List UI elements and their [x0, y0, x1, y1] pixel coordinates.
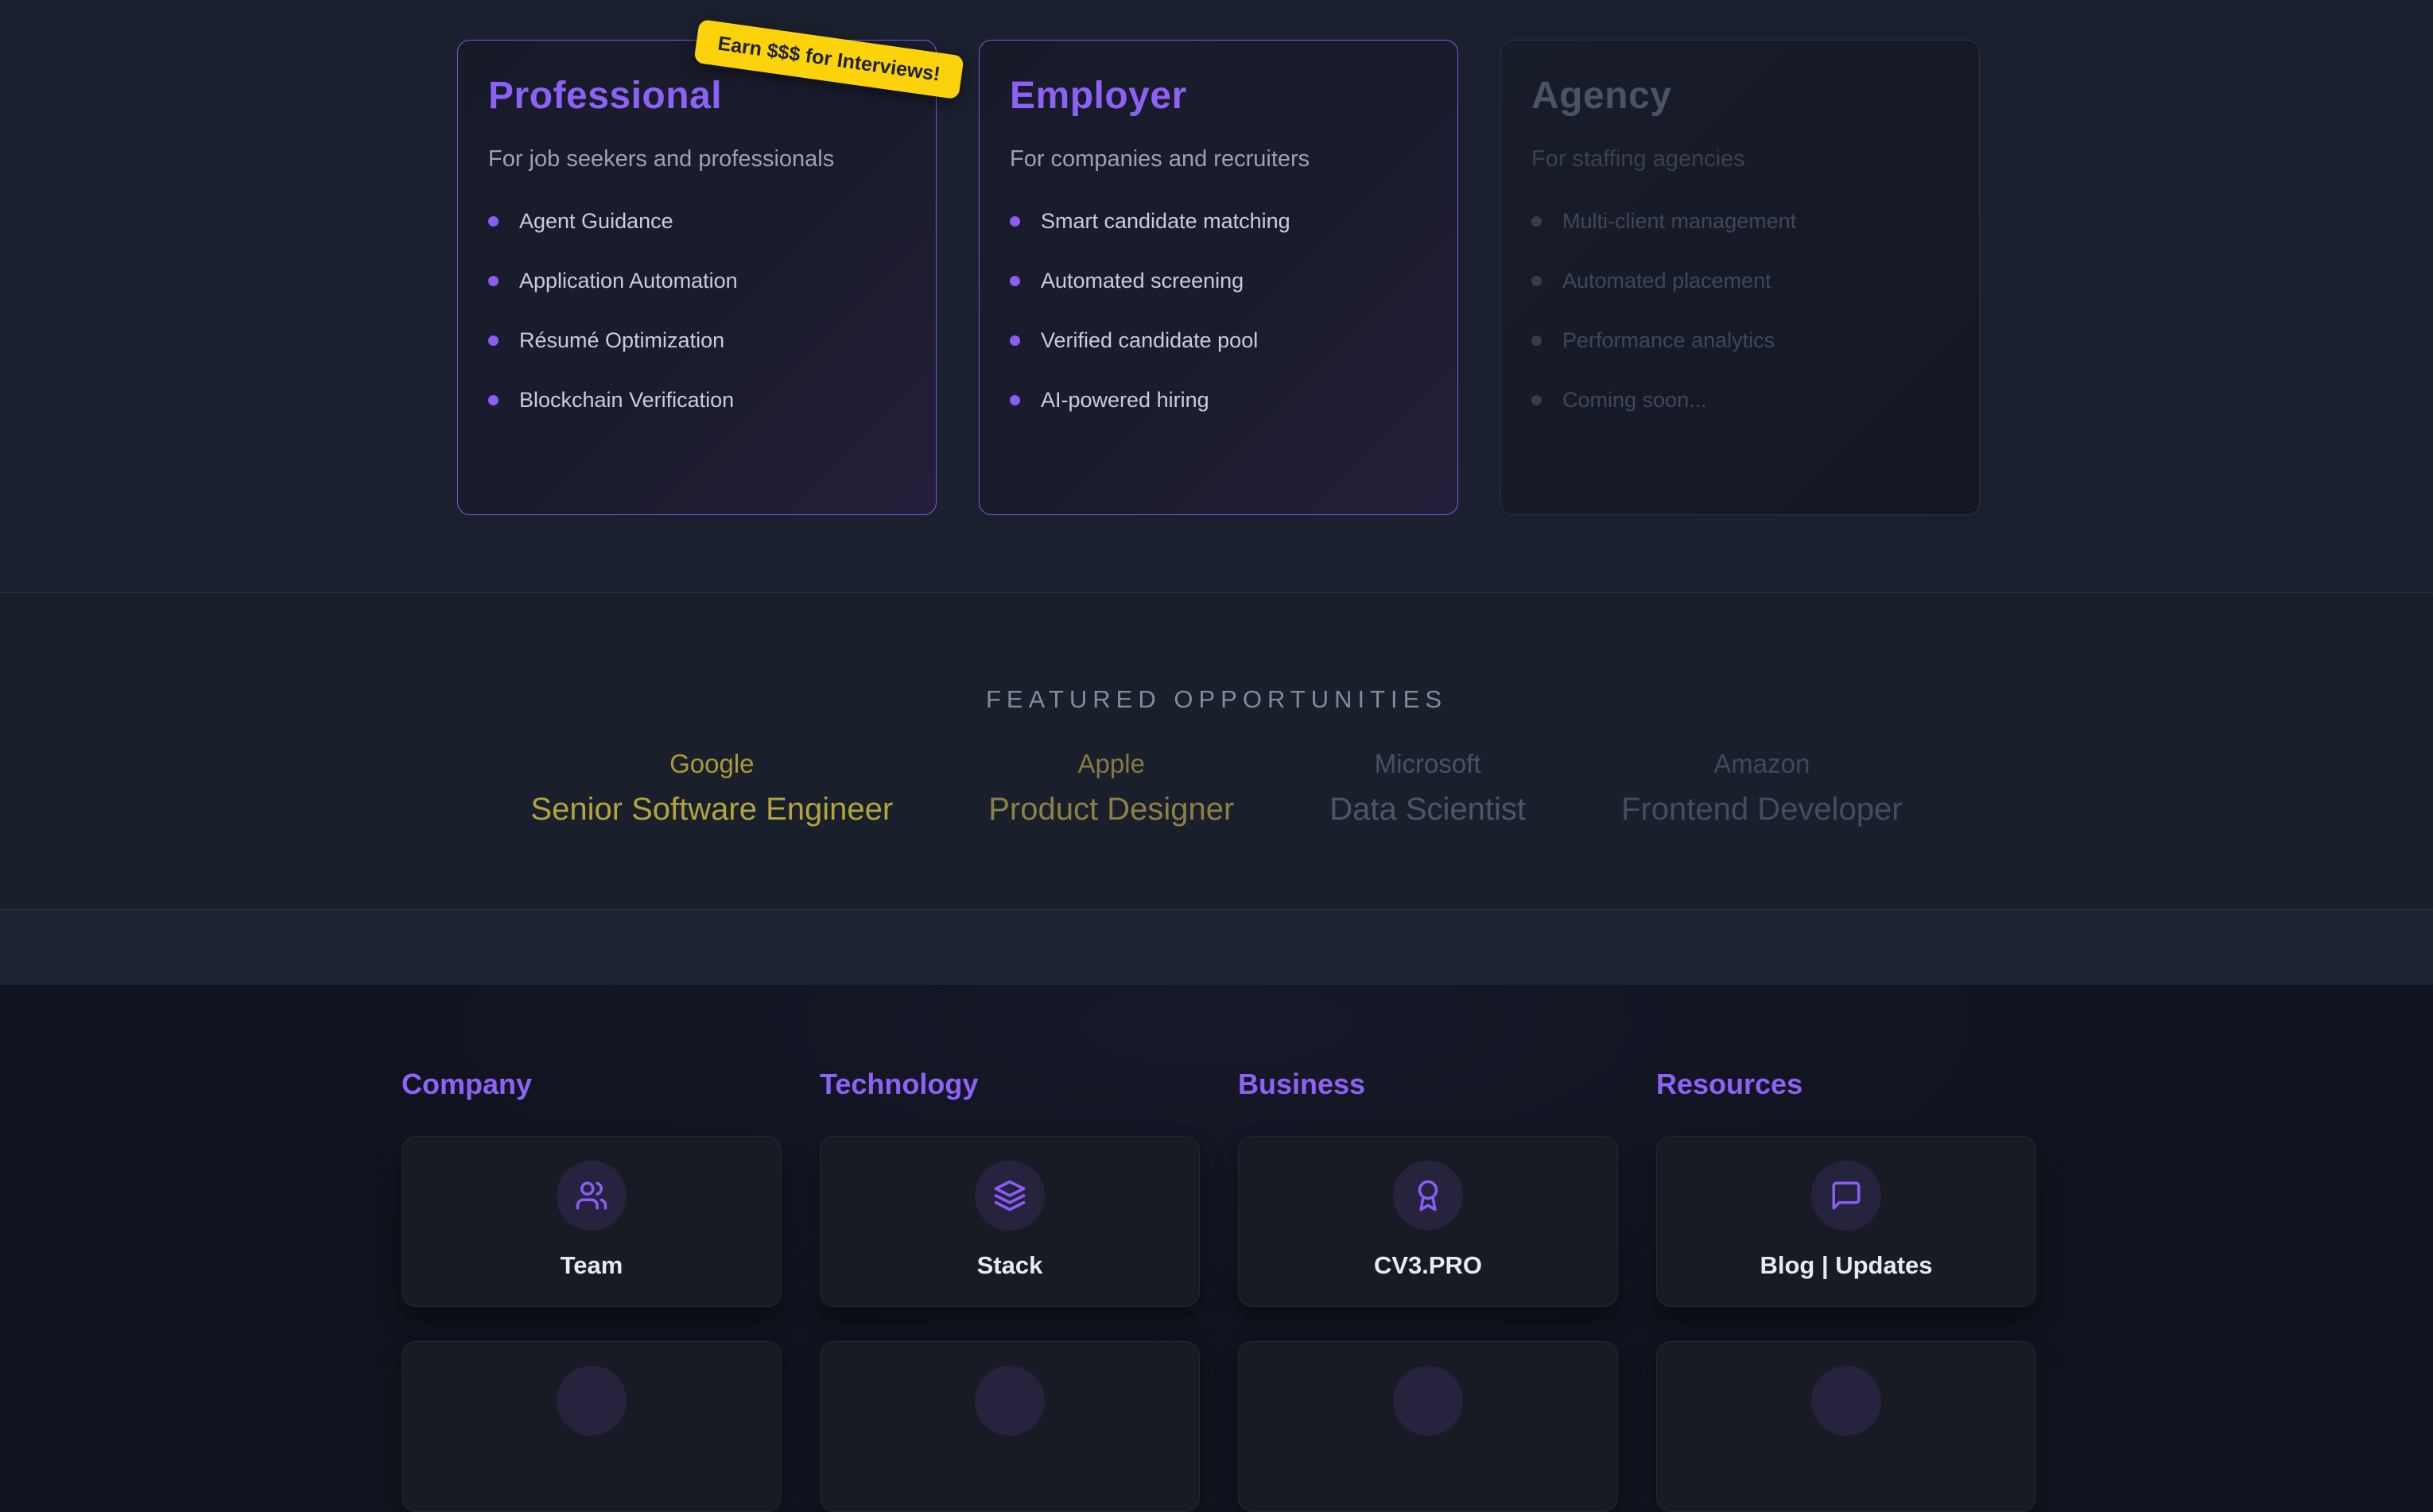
- job-company: Google: [530, 749, 893, 779]
- footer-col-technology: Technology Stack: [820, 985, 1200, 1512]
- job-item-amazon[interactable]: Amazon Frontend Developer: [1621, 749, 1903, 828]
- hidden-icon: [557, 1366, 627, 1436]
- footer-card-team[interactable]: Team: [402, 1136, 782, 1307]
- plan-feature: Smart candidate matching: [1010, 209, 1427, 234]
- job-role: Frontend Developer: [1621, 792, 1903, 828]
- footer-card-stack[interactable]: Stack: [820, 1136, 1200, 1307]
- plan-feature: Automated placement: [1531, 269, 1949, 293]
- plan-feature: Multi-client management: [1531, 209, 1949, 234]
- footer-card-hidden[interactable]: [1238, 1341, 1618, 1512]
- footer-card-label: CV3.PRO: [1374, 1251, 1482, 1280]
- bullet-dot-icon: [488, 335, 499, 346]
- footer-card-label: Blog | Updates: [1760, 1251, 1932, 1280]
- plan-feature-list: Smart candidate matching Automated scree…: [1010, 209, 1427, 413]
- job-item-google[interactable]: Google Senior Software Engineer: [530, 749, 893, 828]
- footer-col-company: Company Team: [402, 985, 782, 1512]
- job-role: Data Scientist: [1329, 792, 1526, 828]
- plan-feature: Automated screening: [1010, 269, 1427, 293]
- footer-col-business: Business CV3.PRO: [1238, 985, 1618, 1512]
- plan-subtitle: For staffing agencies: [1531, 146, 1949, 173]
- footer-col-heading: Business: [1238, 1068, 1618, 1101]
- plan-feature: Résumé Optimization: [488, 328, 906, 353]
- footer-columns: Company Team Technology: [402, 985, 2036, 1512]
- footer-card-hidden[interactable]: [820, 1341, 1200, 1512]
- job-item-microsoft[interactable]: Microsoft Data Scientist: [1329, 749, 1526, 828]
- bullet-dot-icon: [1010, 276, 1020, 286]
- message-square-icon: [1811, 1161, 1881, 1231]
- plans-section: Earn $$$ for Interviews! Professional Fo…: [0, 0, 2433, 593]
- plan-feature: Coming soon...: [1531, 388, 1949, 413]
- footer-card-hidden[interactable]: [1656, 1341, 2036, 1512]
- footer-card-hidden[interactable]: [402, 1341, 782, 1512]
- plan-subtitle: For job seekers and professionals: [488, 146, 906, 173]
- bullet-dot-icon: [1531, 335, 1542, 346]
- footer-card-label: Stack: [977, 1251, 1043, 1280]
- bullet-dot-icon: [488, 216, 499, 227]
- hidden-icon: [1393, 1366, 1463, 1436]
- plans-row: Professional For job seekers and profess…: [457, 40, 1980, 515]
- footer-card-blog[interactable]: Blog | Updates: [1656, 1136, 2036, 1307]
- job-company: Microsoft: [1329, 749, 1526, 779]
- plan-title: Employer: [1010, 74, 1427, 118]
- plan-feature: AI-powered hiring: [1010, 388, 1427, 413]
- bullet-dot-icon: [1531, 395, 1542, 405]
- job-company: Apple: [988, 749, 1234, 779]
- footer-card-cv3pro[interactable]: CV3.PRO: [1238, 1136, 1618, 1307]
- job-item-apple[interactable]: Apple Product Designer: [988, 749, 1234, 828]
- footer-section: Company Team Technology: [0, 985, 2433, 1370]
- plan-feature-list: Multi-client management Automated placem…: [1531, 209, 1949, 413]
- footer-col-heading: Company: [402, 1068, 782, 1101]
- users-icon: [557, 1161, 627, 1231]
- plan-feature: Performance analytics: [1531, 328, 1949, 353]
- plan-feature-list: Agent Guidance Application Automation Ré…: [488, 209, 906, 413]
- plan-title: Agency: [1531, 74, 1949, 118]
- layers-icon: [975, 1161, 1045, 1231]
- plan-card-agency: Agency For staffing agencies Multi-clien…: [1500, 40, 1980, 515]
- bullet-dot-icon: [1010, 335, 1020, 346]
- bullet-dot-icon: [1010, 395, 1020, 405]
- footer-col-heading: Resources: [1656, 1068, 2036, 1101]
- plan-feature: Verified candidate pool: [1010, 328, 1427, 353]
- plan-feature: Blockchain Verification: [488, 388, 906, 413]
- bullet-dot-icon: [488, 395, 499, 405]
- footer-col-resources: Resources Blog | Updates: [1656, 985, 2036, 1512]
- bullet-dot-icon: [1010, 216, 1020, 227]
- plan-feature: Agent Guidance: [488, 209, 906, 234]
- footer-col-heading: Technology: [820, 1068, 1200, 1101]
- bullet-dot-icon: [1531, 216, 1542, 227]
- hidden-icon: [1811, 1366, 1881, 1436]
- plan-card-professional[interactable]: Professional For job seekers and profess…: [457, 40, 937, 515]
- featured-jobs-row: Google Senior Software Engineer Apple Pr…: [0, 749, 2433, 828]
- plan-card-employer[interactable]: Employer For companies and recruiters Sm…: [979, 40, 1458, 515]
- bullet-dot-icon: [488, 276, 499, 286]
- job-role: Senior Software Engineer: [530, 792, 893, 828]
- job-role: Product Designer: [988, 792, 1234, 828]
- featured-heading: FEATURED OPPORTUNITIES: [0, 685, 2433, 714]
- footer-card-label: Team: [561, 1251, 623, 1280]
- job-company: Amazon: [1621, 749, 1903, 779]
- plan-subtitle: For companies and recruiters: [1010, 146, 1427, 173]
- bullet-dot-icon: [1531, 276, 1542, 286]
- featured-section: FEATURED OPPORTUNITIES Google Senior Sof…: [0, 593, 2433, 909]
- section-divider-band: [0, 909, 2433, 985]
- plan-feature: Application Automation: [488, 269, 906, 293]
- hidden-icon: [975, 1366, 1045, 1436]
- award-icon: [1393, 1161, 1463, 1231]
